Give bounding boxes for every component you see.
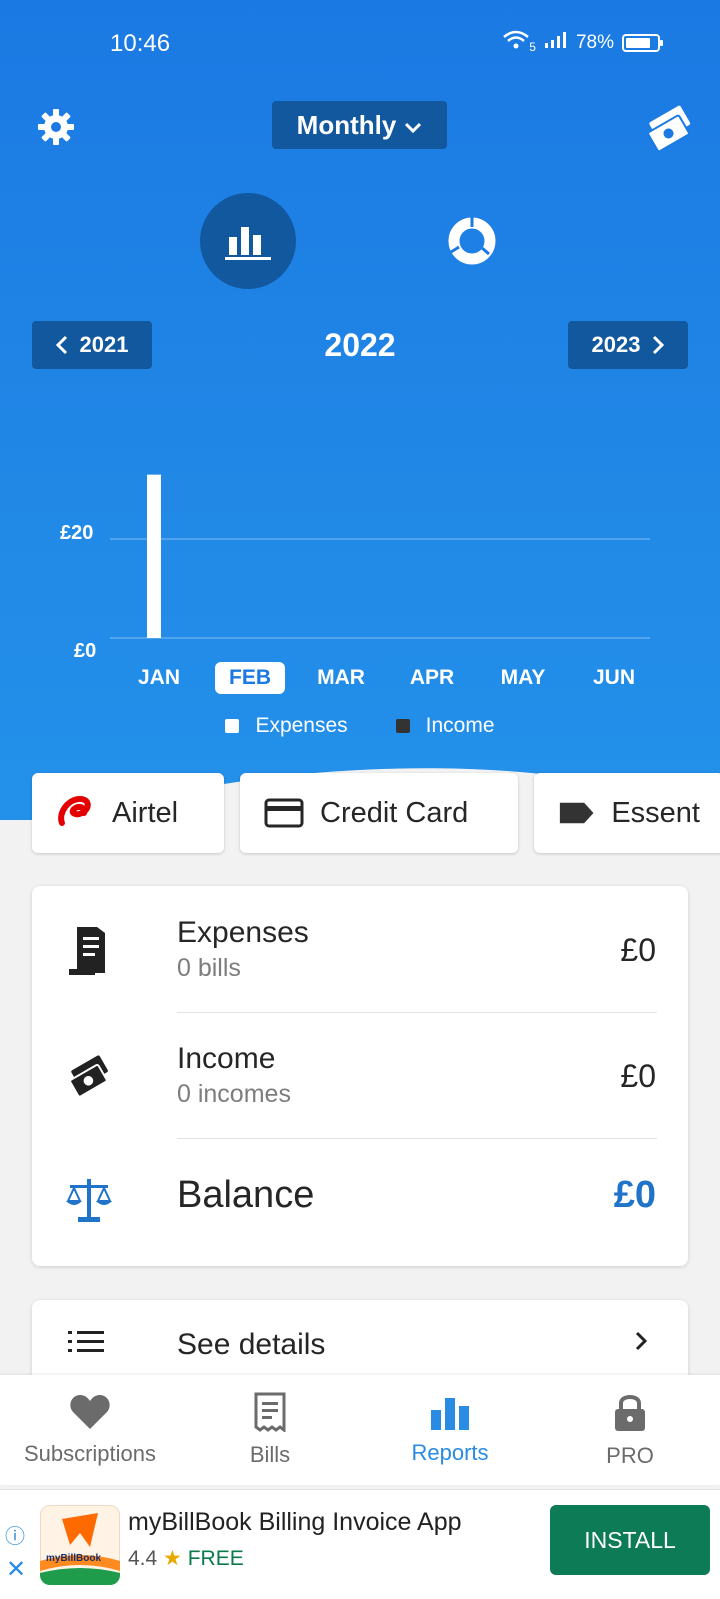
settings-gear-icon[interactable] — [34, 105, 78, 149]
income-amount: £0 — [620, 1058, 656, 1094]
expenses-count: 0 bills — [177, 954, 241, 982]
expenses-title: Expenses — [177, 916, 309, 949]
bar-chart-icon — [225, 227, 271, 260]
ad-price: FREE — [187, 1547, 244, 1570]
scale-icon — [64, 1172, 114, 1228]
heart-icon — [70, 1395, 110, 1429]
receipt-icon — [64, 924, 114, 980]
period-label: Monthly — [296, 109, 397, 140]
status-bar: 10:46 5 78% — [0, 30, 720, 60]
signal-icon — [544, 31, 568, 55]
chart-legend: Expenses Income — [0, 714, 720, 738]
ad-close-icon[interactable]: ✕ — [6, 1555, 26, 1584]
chip-essent[interactable]: Essent — [534, 773, 720, 853]
nav-subscriptions[interactable]: Subscriptions — [0, 1375, 180, 1485]
y-tick-20: £20 — [60, 522, 94, 544]
chip-airtel[interactable]: Airtel — [32, 773, 224, 853]
ad-app-logo: myBillBook — [40, 1505, 120, 1585]
network-type: 5 — [529, 40, 536, 54]
status-time: 10:46 — [110, 30, 171, 57]
chevron-down-icon — [404, 110, 422, 141]
chart-plot — [110, 474, 650, 639]
next-year-label: 2023 — [591, 332, 641, 357]
ad-title: myBillBook Billing Invoice App — [128, 1508, 462, 1536]
bar-expenses-jan[interactable] — [147, 474, 161, 638]
balance-amount: £0 — [613, 1174, 656, 1216]
see-details-label: See details — [177, 1328, 326, 1361]
ad-info-icon[interactable]: ⓘ — [5, 1520, 25, 1549]
income-title: Income — [177, 1042, 276, 1075]
airtel-logo-icon — [58, 795, 91, 826]
donut-chart-view-toggle[interactable] — [424, 193, 520, 289]
ad-banner[interactable]: ⓘ ✕ myBillBook myBillBook Billing Invoic… — [0, 1489, 720, 1599]
divider — [177, 1012, 657, 1013]
see-details-row[interactable]: See details — [32, 1300, 688, 1380]
month-label-apr[interactable]: APR — [397, 666, 467, 690]
balance-title: Balance — [177, 1174, 315, 1216]
monthly-bar-chart: £20 £0 JAN FEB MAR APR MAY JUN Expenses Incom… — [0, 440, 720, 740]
income-money-icon — [64, 1048, 114, 1104]
status-icons: 5 78% — [501, 30, 663, 56]
summary-card: Expenses 0 bills £0 Income 0 incomes £0 — [32, 886, 688, 1266]
tag-chips[interactable]: Airtel Credit Card Essent — [32, 773, 720, 853]
income-row[interactable]: Income 0 incomes £0 — [32, 1042, 688, 1137]
credit-card-icon — [264, 798, 304, 828]
y-tick-0: £0 — [74, 640, 97, 662]
month-label-jan[interactable]: JAN — [124, 666, 194, 690]
list-icon — [68, 1330, 104, 1359]
legend-income[interactable]: Income — [395, 714, 495, 738]
reports-hero: 10:46 5 78% Monthly 2021 2022 2023 £20 £… — [0, 0, 720, 820]
expenses-amount: £0 — [620, 932, 656, 968]
expenses-row[interactable]: Expenses 0 bills £0 — [32, 916, 688, 1011]
nav-reports[interactable]: Reports — [360, 1375, 540, 1485]
ad-rating: 4.4 — [128, 1547, 158, 1570]
chip-credit-card[interactable]: Credit Card — [240, 773, 518, 853]
month-label-mar[interactable]: MAR — [306, 666, 376, 690]
bar-chart-icon — [431, 1398, 469, 1430]
battery-icon — [622, 34, 663, 52]
ad-install-button[interactable]: INSTALL — [550, 1505, 710, 1575]
star-icon: ★ — [163, 1547, 182, 1570]
lock-icon — [615, 1395, 645, 1431]
month-label-feb[interactable]: FEB — [215, 662, 285, 694]
wifi-icon — [501, 30, 531, 56]
chevron-right-icon — [634, 1330, 648, 1357]
tag-icon — [559, 802, 594, 824]
money-icon[interactable] — [644, 103, 696, 153]
income-count: 0 incomes — [177, 1080, 291, 1108]
divider — [177, 1138, 657, 1139]
battery-percent: 78% — [575, 32, 614, 53]
balance-row: Balance £0 — [32, 1168, 688, 1248]
next-year-button[interactable]: 2023 — [568, 321, 688, 369]
period-dropdown[interactable]: Monthly — [272, 101, 447, 149]
bar-chart-view-toggle[interactable] — [200, 193, 296, 289]
bottom-navigation: Subscriptions Bills Reports PRO — [0, 1375, 720, 1485]
nav-bills[interactable]: Bills — [180, 1375, 360, 1485]
chevron-right-icon — [653, 335, 665, 355]
svg-text:myBillBook: myBillBook — [46, 1553, 101, 1564]
bill-icon — [254, 1392, 286, 1432]
donut-chart-icon — [448, 217, 496, 265]
month-label-jun[interactable]: JUN — [579, 666, 649, 690]
nav-pro[interactable]: PRO — [540, 1375, 720, 1485]
legend-expenses[interactable]: Expenses — [225, 714, 348, 738]
ad-meta: 4.4 ★ FREE — [128, 1546, 244, 1571]
month-label-may[interactable]: MAY — [488, 666, 558, 690]
